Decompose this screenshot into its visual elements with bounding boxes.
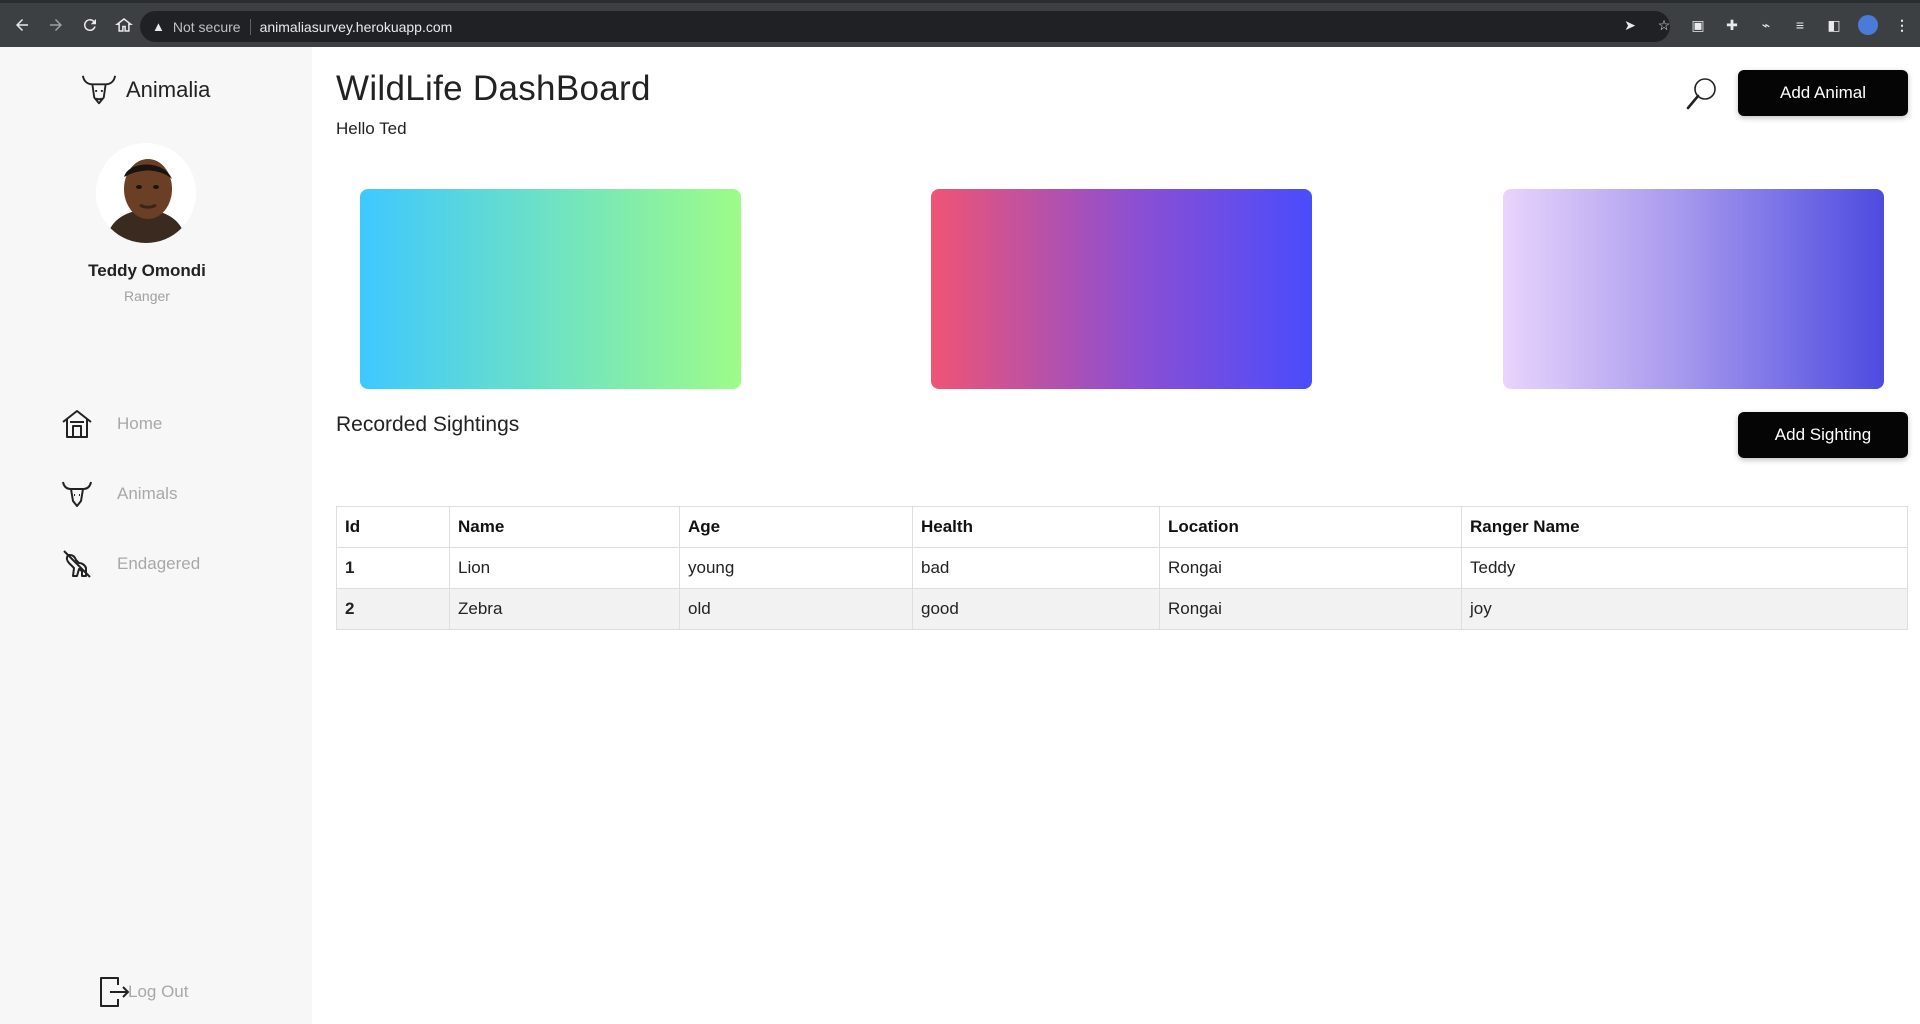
- sidebar-item-label: Animals: [117, 484, 178, 503]
- column-header: Health: [912, 506, 1160, 548]
- stat-card: [931, 189, 1312, 389]
- warning-icon: ▲: [152, 19, 165, 34]
- logout-label: Log Out: [128, 982, 189, 1001]
- table-cell: joy: [1461, 588, 1908, 630]
- forward-icon[interactable]: [44, 13, 68, 37]
- user-role: Ranger: [124, 288, 170, 304]
- avatar: [96, 143, 196, 243]
- table-cell: young: [679, 547, 913, 589]
- home-icon: [62, 410, 92, 438]
- back-icon[interactable]: [10, 13, 34, 37]
- table-row: 1 Lion young bad Rongai Teddy: [336, 547, 1908, 589]
- browser-menu-icon[interactable]: ⋮: [1892, 15, 1912, 35]
- sightings-table: Id Name Age Health Location Ranger Name …: [336, 506, 1908, 630]
- column-header: Id: [336, 506, 450, 548]
- table-cell: Rongai: [1159, 588, 1462, 630]
- profile-avatar-icon[interactable]: [1858, 15, 1878, 35]
- table-header-row: Id Name Age Health Location Ranger Name: [336, 506, 1908, 548]
- url-text: animaliasurvey.herokuapp.com: [259, 18, 453, 35]
- table-cell: bad: [912, 547, 1160, 589]
- sidebar-item-home[interactable]: Home: [60, 404, 280, 444]
- table-cell: 1: [336, 547, 450, 589]
- column-header: Name: [449, 506, 680, 548]
- search-icon[interactable]: [1685, 76, 1719, 112]
- browser-toolbar: ▲ Not secure animaliasurvey.herokuapp.co…: [0, 0, 1920, 47]
- extension-icon[interactable]: ▣: [1688, 15, 1708, 35]
- table-cell: Lion: [449, 547, 680, 589]
- address-bar[interactable]: ▲ Not secure animaliasurvey.herokuapp.co…: [140, 11, 1670, 42]
- reload-icon[interactable]: [78, 13, 102, 37]
- side-panel-icon[interactable]: ◧: [1824, 15, 1844, 35]
- bookmark-star-icon[interactable]: ☆: [1654, 15, 1674, 35]
- section-title: Recorded Sightings: [336, 413, 520, 436]
- add-animal-button[interactable]: Add Animal: [1738, 70, 1908, 116]
- reading-list-icon[interactable]: ≡: [1790, 15, 1810, 35]
- stat-card: [1503, 189, 1884, 389]
- table-cell: good: [912, 588, 1160, 630]
- table-cell: Teddy: [1461, 547, 1908, 589]
- greeting-text: Hello Ted: [336, 119, 407, 138]
- table-cell: Zebra: [449, 588, 680, 630]
- sidebar-item-label: Home: [117, 414, 163, 433]
- omnibox-divider: [249, 18, 251, 35]
- endangered-icon: [63, 550, 91, 578]
- table-cell: 2: [336, 588, 450, 630]
- cast-icon[interactable]: ⌁: [1756, 15, 1776, 35]
- sidebar-item-endangered[interactable]: Endagered: [60, 544, 280, 584]
- table-cell: old: [679, 588, 913, 630]
- puzzle-icon[interactable]: ✚: [1722, 15, 1742, 35]
- table-row: 2 Zebra old good Rongai joy: [336, 588, 1908, 630]
- extensions-area: ➤ ☆ ▣ ✚ ⌁ ≡ ◧ ⋮: [1620, 15, 1912, 35]
- sidebar-item-label: Endagered: [117, 554, 201, 573]
- column-header: Ranger Name: [1461, 506, 1908, 548]
- brand[interactable]: Animalia: [80, 72, 210, 108]
- bull-logo-icon: [81, 75, 117, 105]
- page-title: WildLife DashBoard: [336, 69, 651, 108]
- send-icon[interactable]: ➤: [1620, 15, 1640, 35]
- brand-name: Animalia: [126, 77, 211, 102]
- stat-card: [360, 189, 741, 389]
- home-browser-icon[interactable]: [112, 13, 136, 37]
- table-cell: Rongai: [1159, 547, 1462, 589]
- security-label: Not secure: [172, 18, 241, 35]
- column-header: Age: [679, 506, 913, 548]
- logout-icon: [100, 977, 129, 1007]
- animal-head-icon: [62, 481, 92, 507]
- user-name: Teddy Omondi: [88, 261, 206, 280]
- logout-button[interactable]: Log Out: [98, 975, 189, 1009]
- sidebar-item-animals[interactable]: Animals: [60, 474, 280, 514]
- add-sighting-button[interactable]: Add Sighting: [1738, 412, 1908, 458]
- sidebar: Animalia Teddy Omondi Ranger Home Animal…: [0, 47, 312, 1024]
- column-header: Location: [1159, 506, 1462, 548]
